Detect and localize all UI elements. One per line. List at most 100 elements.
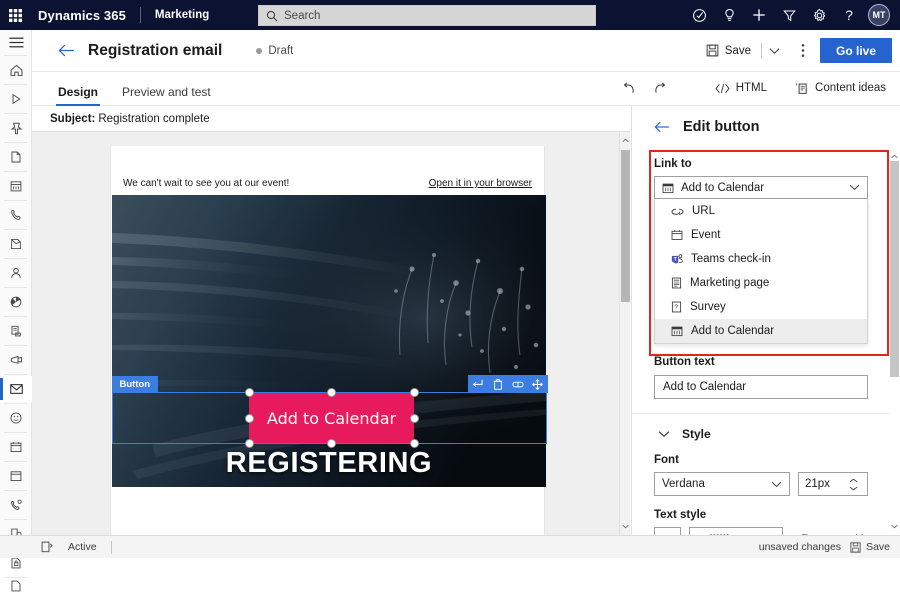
save-disk-icon [850, 542, 861, 553]
duplicate-icon[interactable] [508, 375, 528, 393]
page-icon [671, 277, 682, 289]
rail-divider [4, 374, 27, 375]
rail-divider [4, 432, 27, 433]
open-in-browser-link[interactable]: Open it in your browser [429, 178, 532, 189]
sidebar-item-marketing-emails[interactable] [0, 376, 32, 402]
sidebar-item-templates[interactable] [0, 579, 32, 593]
code-icon [715, 83, 730, 94]
email-design-canvas: We can't wait to see you at our event! O… [32, 132, 630, 535]
header-divider [761, 43, 762, 59]
brand-label[interactable]: Dynamics 365 [38, 8, 126, 23]
sidebar-item-customer-journeys[interactable] [0, 405, 32, 431]
sidebar-item-event-calendar[interactable] [0, 463, 32, 489]
link-to-dropdown[interactable]: Add to Calendar [654, 176, 868, 199]
rail-divider [4, 287, 27, 288]
canvas-scrollbar[interactable] [619, 132, 630, 535]
sidebar-item-accounts[interactable] [0, 231, 32, 257]
style-section-header[interactable]: Style [654, 427, 868, 441]
html-label: HTML [736, 82, 767, 94]
link-to-value: Add to Calendar [681, 182, 764, 194]
stepper-arrows[interactable] [845, 478, 861, 491]
sidebar-item-campaigns[interactable] [0, 347, 32, 373]
button-text-input[interactable]: Add to Calendar [654, 375, 868, 399]
chevron-down-icon[interactable] [849, 184, 860, 191]
back-arrow-icon[interactable] [58, 44, 75, 57]
status-bar-left: Active [36, 536, 112, 558]
return-arrow-icon[interactable] [468, 375, 488, 393]
plus-icon[interactable] [744, 0, 774, 30]
tab-preview-and-test[interactable]: Preview and test [122, 85, 211, 105]
dropdown-option-survey[interactable]: ? Survey [655, 295, 867, 319]
resize-handle-s[interactable] [327, 439, 336, 448]
add-to-calendar-button[interactable]: Add to Calendar [249, 393, 414, 443]
content-ideas-button[interactable]: Content ideas [781, 82, 900, 95]
font-family-select[interactable]: Verdana [654, 472, 790, 496]
avatar[interactable]: MT [868, 4, 890, 26]
filter-icon[interactable] [774, 0, 804, 30]
resize-handle-sw[interactable] [245, 439, 254, 448]
preheader-text[interactable]: We can't wait to see you at our event! [123, 178, 289, 189]
dropdown-option-teams-check-in[interactable]: T Teams check-in [655, 247, 867, 271]
resize-handle-w[interactable] [245, 414, 254, 423]
gear-icon[interactable] [804, 0, 834, 30]
sidebar-item-home[interactable] [0, 57, 32, 83]
text-color-hex-input[interactable]: #ffffff [689, 527, 783, 535]
chevron-down-icon[interactable] [764, 40, 786, 62]
resize-handle-e[interactable] [410, 414, 419, 423]
go-live-button[interactable]: Go live [820, 38, 892, 63]
resize-handle-se[interactable] [410, 439, 419, 448]
resize-handle-nw[interactable] [245, 388, 254, 397]
waffle-menu-icon[interactable] [0, 0, 30, 30]
sidebar-item-recent[interactable] [0, 86, 32, 112]
save-button[interactable]: Save [698, 40, 759, 61]
subject-bar[interactable]: Subject: Registration complete [32, 106, 630, 132]
undo-icon[interactable] [615, 77, 645, 99]
sidebar-item-contacts[interactable] [0, 260, 32, 286]
panel-scroll-thumb[interactable] [890, 161, 899, 377]
help-icon[interactable]: ? [834, 0, 864, 30]
sidebar-item-files[interactable] [0, 144, 32, 170]
sidebar-item-webinars[interactable] [0, 492, 32, 518]
calendar-icon [671, 229, 683, 241]
scroll-up-icon[interactable] [620, 134, 630, 147]
panel-scrollbar[interactable] [889, 148, 900, 535]
canvas-scroll-thumb[interactable] [621, 150, 630, 302]
rail-divider [4, 577, 27, 578]
delete-icon[interactable] [488, 375, 508, 393]
scroll-down-icon[interactable] [620, 520, 630, 533]
search-input[interactable]: Search [258, 5, 596, 26]
redo-icon[interactable] [645, 77, 675, 99]
expand-icon[interactable] [36, 536, 58, 558]
sidebar-item-calendar[interactable] [0, 173, 32, 199]
panel-back-arrow-icon[interactable] [654, 121, 670, 133]
html-button[interactable]: HTML [701, 82, 781, 94]
lightbulb-icon[interactable] [714, 0, 744, 30]
dropdown-option-event[interactable]: Event [655, 223, 867, 247]
dropdown-option-url[interactable]: URL [655, 199, 867, 223]
rail-divider [4, 258, 27, 259]
hero-headline-line2: REGISTERING [112, 447, 546, 480]
font-size-stepper[interactable]: 21px [798, 472, 868, 496]
selected-button-block[interactable]: Button Add to Calendar [112, 392, 547, 444]
sidebar-item-pinned[interactable] [0, 115, 32, 141]
chevron-down-icon[interactable] [771, 481, 782, 488]
resize-handle-ne[interactable] [410, 388, 419, 397]
tag-check-icon[interactable] [684, 0, 714, 30]
teams-icon: T [671, 253, 683, 265]
dropdown-option-add-to-calendar[interactable]: Add to Calendar [655, 319, 867, 343]
sidebar-item-segments[interactable] [0, 289, 32, 315]
dropdown-option-marketing-page[interactable]: Marketing page [655, 271, 867, 295]
move-icon[interactable] [528, 375, 548, 393]
app-name-label[interactable]: Marketing [155, 9, 209, 21]
panel-scroll-down-icon[interactable] [889, 520, 900, 533]
status-save-button[interactable]: Save [850, 541, 890, 553]
sidebar-item-events[interactable] [0, 434, 32, 460]
tab-design[interactable]: Design [58, 85, 98, 105]
sidebar-item-phone[interactable] [0, 202, 32, 228]
hamburger-icon[interactable] [0, 30, 32, 54]
resize-handle-n[interactable] [327, 388, 336, 397]
text-color-swatch[interactable] [654, 527, 681, 535]
more-vertical-icon[interactable] [791, 39, 815, 63]
sidebar-item-subscription-lists[interactable] [0, 318, 32, 344]
chevron-down-icon[interactable] [658, 430, 670, 438]
